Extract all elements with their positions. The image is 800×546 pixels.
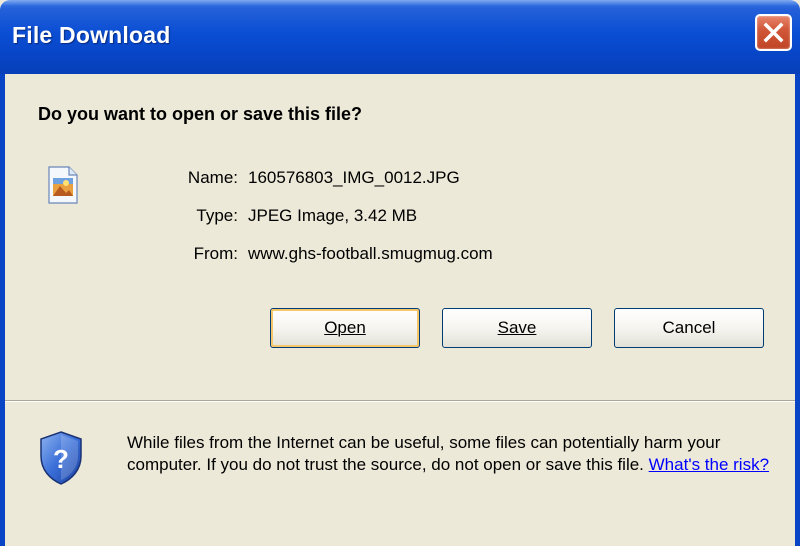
cancel-button[interactable]: Cancel <box>614 308 764 348</box>
open-button[interactable]: Open <box>270 308 420 348</box>
window-frame-right <box>795 74 800 546</box>
section-divider <box>5 400 795 402</box>
warning-text: While files from the Internet can be use… <box>127 433 721 474</box>
jpeg-file-icon <box>48 166 78 209</box>
title-bar[interactable]: File Download <box>0 0 800 74</box>
open-button-label: Open <box>324 318 366 337</box>
close-button[interactable] <box>755 14 792 51</box>
file-source-value: www.ghs-football.smugmug.com <box>248 244 493 263</box>
save-button-label: Save <box>497 318 537 337</box>
file-name-value: 160576803_IMG_0012.JPG <box>248 168 460 187</box>
window-frame-left <box>0 74 5 546</box>
from-label: From: <box>193 244 238 263</box>
whats-the-risk-link[interactable]: What's the risk? <box>649 455 769 474</box>
file-download-dialog: File Download Do you want to open or sav… <box>0 0 800 546</box>
type-label: Type: <box>196 206 238 225</box>
security-warning: While files from the Internet can be use… <box>127 432 777 476</box>
svg-text:?: ? <box>53 444 69 474</box>
save-button[interactable]: Save <box>442 308 592 348</box>
window-title: File Download <box>12 22 171 48</box>
dialog-question: Do you want to open or save this file? <box>38 104 363 124</box>
file-type-value: JPEG Image, 3.42 MB <box>248 206 418 225</box>
cancel-button-label: Cancel <box>662 318 716 337</box>
close-x-icon <box>763 22 784 43</box>
name-label: Name: <box>187 168 238 187</box>
security-shield-question-icon: ? <box>38 430 84 491</box>
